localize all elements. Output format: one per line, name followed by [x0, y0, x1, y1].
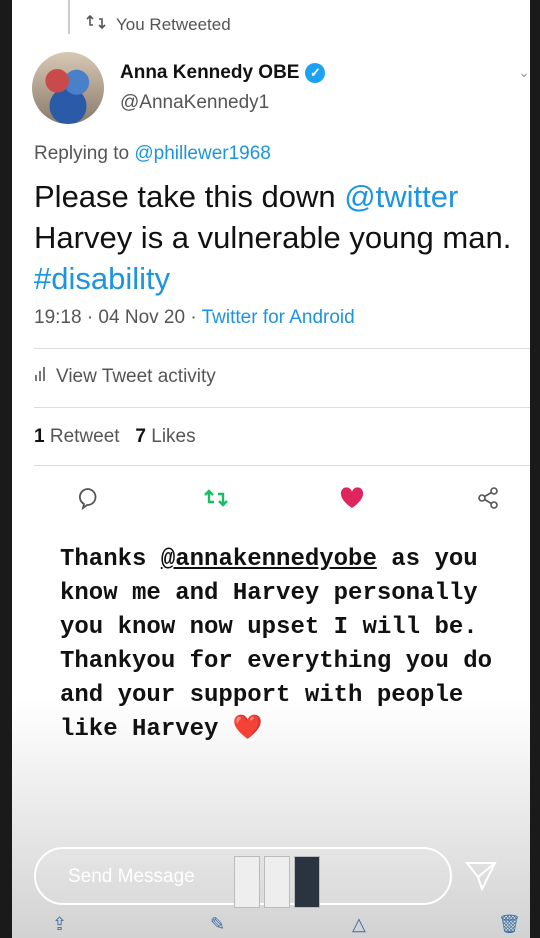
- tweet-text: Please take this down @twitter Harvey is…: [34, 176, 530, 299]
- like-label[interactable]: Likes: [151, 426, 195, 447]
- edit-icon[interactable]: ✎: [210, 914, 225, 935]
- heart-emoji: ❤️: [232, 716, 263, 743]
- retweet-icon: [86, 14, 106, 35]
- retweet-action-icon[interactable]: [196, 478, 236, 518]
- activity-label[interactable]: View Tweet activity: [56, 366, 216, 388]
- retweet-label[interactable]: Retweet: [50, 426, 120, 447]
- chevron-down-icon[interactable]: ⌄: [518, 64, 530, 81]
- tweet-activity-link[interactable]: View Tweet activity: [34, 366, 216, 388]
- triangle-icon[interactable]: △: [352, 914, 366, 935]
- share-icon[interactable]: [468, 478, 508, 518]
- share-up-icon[interactable]: ⇪: [52, 914, 67, 935]
- reply-prefix: Replying to: [34, 143, 135, 164]
- reply-icon[interactable]: [68, 478, 108, 518]
- tweet-part2: Harvey is a vulnerable young man.: [34, 220, 512, 255]
- tweet-meta: 19:18 · 04 Nov 20 · Twitter for Android: [34, 307, 355, 329]
- tweet-hashtag[interactable]: #disability: [34, 261, 170, 296]
- story-toolbar: ⇪ ✎ △ 🗑: [12, 914, 530, 938]
- caption-mention[interactable]: @annakennedyobe: [161, 546, 377, 573]
- divider: [34, 465, 530, 466]
- reply-context: Replying to @phillewer1968: [34, 143, 271, 165]
- tweet-stats: 1 Retweet 7 Likes: [34, 426, 196, 448]
- caption-body: as you know me and Harvey personally you…: [60, 546, 493, 743]
- story-frame: You Retweeted Anna Kennedy OBE ✓ @AnnaKe…: [12, 0, 530, 938]
- tweet-actions: [12, 478, 530, 518]
- chart-icon: [34, 366, 48, 388]
- author-name-row[interactable]: Anna Kennedy OBE ✓: [120, 62, 326, 84]
- divider: [34, 407, 530, 408]
- tweet-time: 19:18 · 04 Nov 20 ·: [34, 307, 202, 328]
- thumbnail[interactable]: [264, 856, 290, 908]
- story-caption: Thanks @annakennedyobe as you know me an…: [60, 543, 530, 747]
- retweeted-label: You Retweeted: [116, 14, 231, 34]
- story-thumbnails[interactable]: [234, 856, 320, 908]
- trash-icon[interactable]: 🗑: [498, 914, 521, 935]
- caption-prefix: Thanks: [60, 546, 161, 573]
- reply-mention[interactable]: @phillewer1968: [134, 143, 271, 164]
- send-message-placeholder: Send Message: [68, 866, 195, 887]
- tweet-part1: Please take this down: [34, 179, 345, 214]
- verified-icon: ✓: [305, 63, 326, 83]
- heart-icon[interactable]: [332, 478, 372, 518]
- author-name[interactable]: Anna Kennedy OBE: [120, 62, 299, 84]
- thumbnail[interactable]: [234, 856, 260, 908]
- retweet-count[interactable]: 1: [34, 426, 45, 447]
- author-handle[interactable]: @AnnaKennedy1: [120, 92, 269, 114]
- retweeted-row: You Retweeted: [86, 14, 231, 35]
- tweet-source[interactable]: Twitter for Android: [202, 307, 355, 328]
- tweet-mention[interactable]: @twitter: [344, 179, 458, 214]
- avatar[interactable]: [32, 52, 104, 124]
- like-count[interactable]: 7: [135, 426, 146, 447]
- divider: [34, 348, 530, 349]
- send-icon[interactable]: [464, 858, 498, 897]
- thumbnail[interactable]: [294, 856, 320, 908]
- thread-line: [68, 0, 70, 34]
